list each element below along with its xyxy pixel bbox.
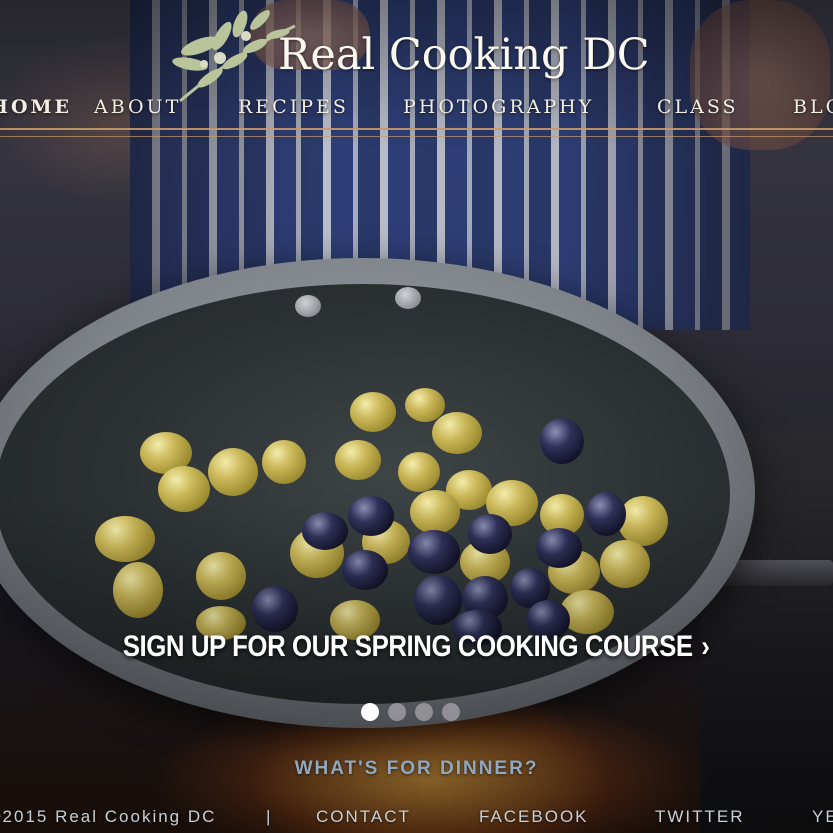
site-title: Real Cooking DC bbox=[278, 30, 650, 80]
nav-home[interactable]: HOME bbox=[0, 96, 72, 118]
footer-separator: | bbox=[266, 807, 273, 826]
hero-cta: SIGN UP FOR OUR SPRING COOKING COURSE › bbox=[0, 630, 833, 664]
slide-dot-3[interactable] bbox=[415, 703, 433, 721]
main-nav: HOME ABOUT RECIPES PHOTOGRAPHY CLASS BLO… bbox=[0, 96, 833, 124]
slide-dot-2[interactable] bbox=[388, 703, 406, 721]
cta-label: SIGN UP FOR OUR SPRING COOKING COURSE bbox=[123, 630, 694, 663]
spring-course-link[interactable]: SIGN UP FOR OUR SPRING COOKING COURSE › bbox=[123, 630, 710, 664]
copyright: ©2015 Real Cooking DC bbox=[0, 807, 217, 826]
slide-dot-4[interactable] bbox=[442, 703, 460, 721]
footer-facebook[interactable]: FACEBOOK bbox=[479, 807, 589, 827]
nav-divider-top bbox=[0, 128, 833, 130]
footer: ©2015 Real Cooking DC | CONTACT FACEBOOK… bbox=[0, 807, 833, 833]
nav-photography[interactable]: PHOTOGRAPHY bbox=[403, 96, 594, 118]
slider-dots bbox=[361, 703, 460, 721]
nav-class[interactable]: CLASS bbox=[657, 96, 739, 118]
nav-recipes[interactable]: RECIPES bbox=[238, 96, 349, 118]
site-logo[interactable]: Real Cooking DC bbox=[160, 6, 650, 106]
whats-for-dinner-link[interactable]: WHAT'S FOR DINNER? bbox=[0, 758, 833, 780]
footer-contact[interactable]: CONTACT bbox=[316, 807, 411, 827]
footer-twitter[interactable]: TWITTER bbox=[655, 807, 745, 827]
nav-blog[interactable]: BLOG bbox=[793, 96, 833, 118]
nav-about[interactable]: ABOUT bbox=[94, 96, 181, 118]
slide-dot-1[interactable] bbox=[361, 703, 379, 721]
chevron-right-icon: › bbox=[701, 630, 711, 663]
footer-yelp[interactable]: YELP bbox=[812, 807, 833, 827]
nav-divider-bottom bbox=[0, 136, 833, 137]
